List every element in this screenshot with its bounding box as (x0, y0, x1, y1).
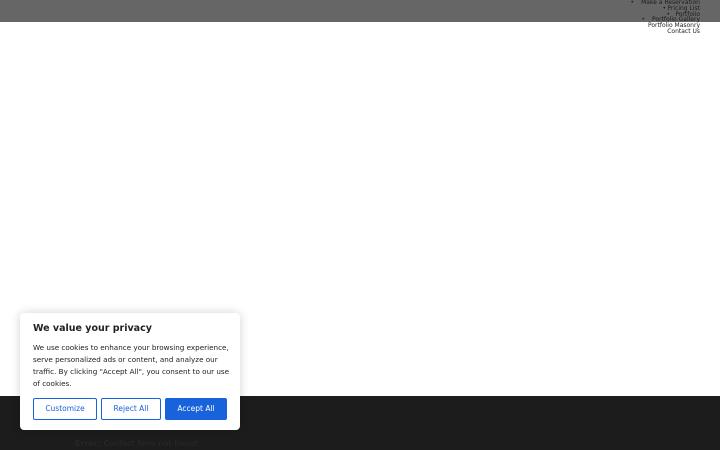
cookie-banner-description: We use cookies to enhance your browsing … (33, 343, 230, 388)
error-label: Error: (75, 439, 101, 448)
cookie-banner-title: We value your privacy (33, 323, 152, 334)
nav-bullet: • (630, 0, 634, 6)
contact-form-error: Error: Contact form not found. (75, 439, 200, 449)
customize-button[interactable]: Customize (33, 398, 97, 420)
reject-all-button[interactable]: Reject All (101, 398, 161, 420)
error-message: Contact form not found. (103, 439, 200, 448)
nav-bullet: • (662, 5, 666, 12)
main-nav: • Make a Reservation • Pricing List • Po… (500, 0, 700, 40)
nav-bullet: • (641, 16, 645, 23)
nav-item-contact-us[interactable]: Contact Us (667, 29, 700, 35)
accept-all-button[interactable]: Accept All (165, 398, 227, 420)
cookie-consent-banner: We value your privacy We use cookies to … (20, 313, 240, 430)
